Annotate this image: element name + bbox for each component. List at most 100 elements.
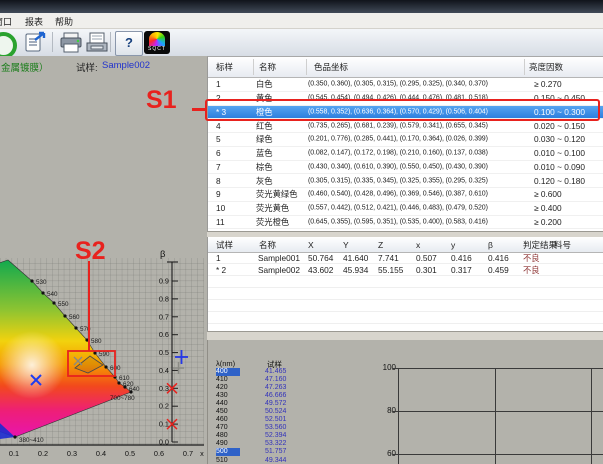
standard-row[interactable]: 8灰色(0.305, 0.315), (0.335, 0.345), (0.32… xyxy=(208,174,603,188)
standard-coords: (0.645, 0.355), (0.595, 0.351), (0.535, … xyxy=(308,218,488,225)
menu-bar: 窗口 报表 帮助 xyxy=(0,13,603,29)
standard-row[interactable]: * 3橙色(0.558, 0.352), (0.636, 0.364), (0.… xyxy=(208,106,603,120)
standard-id: 11 xyxy=(216,217,225,227)
col-part-no[interactable]: 料号 xyxy=(554,239,571,251)
svg-text:0.7: 0.7 xyxy=(159,312,169,321)
cie-x-tick-labels: 0.1 0.2 0.3 0.4 0.5 0.6 0.7 x xyxy=(9,449,204,458)
col-luminance[interactable]: 亮度因数 xyxy=(529,61,563,73)
sample-row[interactable]: * 2Sample00243.60245.93455.1550.3010.317… xyxy=(208,264,603,276)
beta-axis-title: β xyxy=(160,249,166,260)
standard-name: 荧光黄绿色 xyxy=(256,188,298,200)
svg-text:0.1: 0.1 xyxy=(159,420,169,429)
print-preview-icon[interactable] xyxy=(84,31,110,54)
spectral-wavelength: 460 xyxy=(216,416,240,424)
annotation-s2-label: S2 xyxy=(75,240,106,265)
standard-luminance-range: 0.030 ~ 0.120 xyxy=(534,134,585,144)
sample-x: 0.507 xyxy=(416,253,437,263)
standard-row[interactable]: 1 白色 (0.350, 0.360), (0.305, 0.315), (0.29… xyxy=(208,78,603,92)
annotation-s1-label: S1 xyxy=(146,88,177,113)
spectral-row[interactable]: 44049.572 xyxy=(208,400,318,408)
spectral-row[interactable]: 48052.394 xyxy=(208,432,318,440)
spectral-row[interactable]: 43046.666 xyxy=(208,392,318,400)
standard-name: 绿色 xyxy=(256,133,273,145)
svg-text:0.6: 0.6 xyxy=(159,330,169,339)
chart-y-axis xyxy=(398,368,399,464)
report-export-icon[interactable] xyxy=(22,31,48,54)
standard-row[interactable]: 10荧光黄色(0.557, 0.442), (0.512, 0.421), (0… xyxy=(208,202,603,216)
standard-row[interactable]: 7棕色(0.430, 0.340), (0.610, 0.390), (0.55… xyxy=(208,161,603,175)
spectral-wavelength: 410 xyxy=(216,376,240,384)
col-chromaticity[interactable]: 色品坐标 xyxy=(314,61,348,73)
standard-row[interactable]: 6蓝色(0.082, 0.147), (0.172, 0.198), (0.21… xyxy=(208,147,603,161)
chart-gridline xyxy=(398,368,603,369)
col-name[interactable]: 名称 xyxy=(259,239,276,251)
standard-row[interactable]: 5绿色(0.201, 0.776), (0.285, 0.441), (0.17… xyxy=(208,133,603,147)
standard-row[interactable]: 2黄色(0.545, 0.454), (0.494, 0.426), (0.44… xyxy=(208,92,603,106)
spectral-row[interactable]: 47053.560 xyxy=(208,424,318,432)
standard-luminance-range: 0.020 ~ 0.150 xyxy=(534,121,585,131)
standard-coords: (0.082, 0.147), (0.172, 0.198), (0.210, … xyxy=(308,150,488,157)
svg-text:580: 580 xyxy=(91,338,102,345)
application-window: 窗口 报表 帮助 ? SQCT xyxy=(0,0,603,464)
sample-name: Sample001 xyxy=(258,253,300,263)
col-Z[interactable]: Z xyxy=(378,240,383,250)
spectral-row[interactable]: 42047.263 xyxy=(208,384,318,392)
col-X[interactable]: X xyxy=(308,240,314,250)
svg-text:530: 530 xyxy=(36,279,47,286)
standard-coords: (0.735, 0.265), (0.681, 0.239), (0.579, … xyxy=(308,122,488,129)
sqct-app-icon[interactable]: SQCT xyxy=(144,31,170,54)
sample-judgement: 不良 xyxy=(523,252,540,264)
standard-coords: (0.305, 0.315), (0.335, 0.345), (0.325, … xyxy=(308,177,488,184)
standard-coords: (0.350, 0.360), (0.305, 0.315), (0.295, … xyxy=(308,81,488,88)
standard-name: 白色 xyxy=(256,78,273,90)
col-y[interactable]: y xyxy=(451,240,455,250)
svg-text:0.5: 0.5 xyxy=(125,449,135,458)
spectral-row[interactable]: 40041.465 xyxy=(208,368,318,376)
standard-id: 8 xyxy=(216,176,221,186)
col-sample-id[interactable]: 试样 xyxy=(216,239,233,251)
col-name[interactable]: 名称 xyxy=(259,61,276,73)
svg-text:0.2: 0.2 xyxy=(38,449,48,458)
standard-luminance-range: ≥ 0.200 xyxy=(534,217,562,227)
spectral-row[interactable]: 51049.344 xyxy=(208,457,318,464)
spectral-wavelength: 510 xyxy=(216,457,240,464)
standard-row[interactable]: 9荧光黄绿色(0.460, 0.540), (0.428, 0.496), (0… xyxy=(208,188,603,202)
samples-table-body: 1Sample00150.76441.6407.7410.5070.4160.4… xyxy=(208,252,603,330)
standard-name: 橙色 xyxy=(256,106,273,118)
spectral-wavelength: 500 xyxy=(216,448,240,456)
menu-help[interactable]: 帮助 xyxy=(52,15,76,28)
header-divider xyxy=(306,59,307,75)
col-Y[interactable]: Y xyxy=(343,240,349,250)
svg-text:0.6: 0.6 xyxy=(154,449,164,458)
menu-window[interactable]: 窗口 xyxy=(0,15,15,28)
svg-text:0.4: 0.4 xyxy=(96,449,106,458)
spectral-value: 53.560 xyxy=(265,424,286,432)
help-button[interactable]: ? xyxy=(115,31,143,56)
sample-X: 50.764 xyxy=(308,253,333,263)
menu-report[interactable]: 报表 xyxy=(22,15,46,28)
svg-text:0.7: 0.7 xyxy=(183,449,193,458)
col-x[interactable]: x xyxy=(416,240,420,250)
svg-text:0.1: 0.1 xyxy=(9,449,19,458)
standard-luminance-range: ≥ 0.400 xyxy=(534,203,562,213)
spectral-row[interactable]: 41047.160 xyxy=(208,376,318,384)
sample-row[interactable]: 1Sample00150.76441.6407.7410.5070.4160.4… xyxy=(208,252,603,264)
standard-luminance-range: 0.150 ~ 0.450 xyxy=(534,93,585,103)
sample-beta: 0.459 xyxy=(488,265,509,275)
standard-id: 1 xyxy=(216,79,221,89)
print-icon[interactable] xyxy=(58,31,84,54)
spectral-rows: 40041.46541047.16042047.26343046.6664404… xyxy=(208,368,318,464)
standard-row[interactable]: 4红色(0.735, 0.265), (0.681, 0.239), (0.57… xyxy=(208,119,603,133)
spectral-row[interactable]: 45050.524 xyxy=(208,408,318,416)
spectral-row[interactable]: 46052.501 xyxy=(208,416,318,424)
standard-row[interactable]: 11 荧光橙色 (0.645, 0.355), (0.595, 0.351), (0… xyxy=(208,216,603,230)
measure-ring-icon[interactable] xyxy=(0,32,17,59)
spectral-row[interactable]: 50051.757 xyxy=(208,448,318,456)
col-beta[interactable]: β xyxy=(488,240,493,250)
sqct-label: SQCT xyxy=(144,46,170,52)
standard-coords: (0.545, 0.454), (0.494, 0.426), (0.444, … xyxy=(308,95,488,102)
col-standard-id[interactable]: 标样 xyxy=(216,61,233,73)
spectral-row[interactable]: 49053.322 xyxy=(208,440,318,448)
col-judgement[interactable]: 判定结果 xyxy=(523,239,557,251)
standard-name: 荧光橙色 xyxy=(256,216,289,228)
